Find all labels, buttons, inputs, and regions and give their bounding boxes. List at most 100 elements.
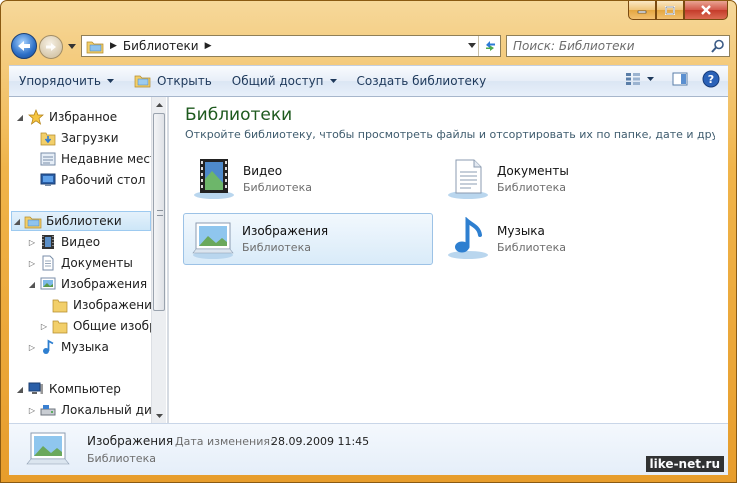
scroll-up-button[interactable] bbox=[152, 97, 167, 112]
details-pictures-icon bbox=[23, 430, 73, 473]
library-documents-kind: Библиотека bbox=[497, 181, 566, 194]
tree-favorites[interactable]: ◢ Избранное bbox=[15, 107, 117, 127]
organize-label: Упорядочить bbox=[19, 74, 101, 88]
tree-recent-places[interactable]: Недавние места bbox=[27, 149, 164, 169]
navigation-scrollbar[interactable] bbox=[151, 97, 166, 423]
breadcrumb-root-arrow[interactable]: ▶ bbox=[110, 41, 117, 51]
library-documents-name: Документы bbox=[497, 164, 569, 178]
change-view-button[interactable] bbox=[625, 72, 654, 86]
tree-pictures-label: Изображения bbox=[61, 277, 148, 291]
minimize-button[interactable] bbox=[628, 1, 656, 20]
tree-libraries-label: Библиотеки bbox=[46, 214, 122, 228]
libraries-view: Библиотеки Откройте библиотеку, чтобы пр… bbox=[171, 97, 728, 423]
address-bar[interactable]: ▶ Библиотеки ▶ bbox=[81, 35, 501, 57]
maximize-icon bbox=[665, 5, 675, 15]
collapse-arrow-icon[interactable]: ◢ bbox=[15, 385, 25, 394]
pane-splitter[interactable] bbox=[167, 97, 169, 423]
scrollbar-thumb[interactable] bbox=[153, 113, 165, 311]
breadcrumb-arrow[interactable]: ▶ bbox=[205, 41, 212, 51]
explorer-window: ▶ Библиотеки ▶ Упорядочить bbox=[0, 0, 737, 483]
help-button[interactable]: ? bbox=[702, 70, 720, 88]
new-library-button[interactable]: Создать библиотеку bbox=[347, 69, 497, 93]
tree-libraries[interactable]: ◢ Библиотеки bbox=[11, 211, 151, 231]
tree-music[interactable]: ▷ Музыка bbox=[27, 337, 109, 357]
view-controls: ? bbox=[617, 70, 720, 88]
arrow-right-icon bbox=[46, 43, 56, 51]
collapse-arrow-icon[interactable]: ◢ bbox=[15, 113, 25, 122]
libraries-folder-icon bbox=[86, 41, 104, 53]
tree-video[interactable]: ▷ Видео bbox=[27, 232, 100, 252]
tree-pictures[interactable]: ◢ Изображения bbox=[27, 274, 147, 294]
recent-places-icon bbox=[39, 151, 57, 167]
library-pictures-kind: Библиотека bbox=[242, 241, 311, 254]
pictures-library-icon bbox=[188, 215, 238, 263]
svg-text:?: ? bbox=[708, 73, 714, 86]
scroll-down-button[interactable] bbox=[152, 408, 167, 423]
breadcrumb-libraries[interactable]: Библиотеки bbox=[123, 39, 199, 53]
preview-pane-icon bbox=[672, 72, 688, 86]
search-input[interactable] bbox=[513, 39, 703, 53]
content-area: ◢ Избранное Загрузки Недавние места Рабо… bbox=[9, 97, 728, 423]
downloads-folder-icon bbox=[39, 130, 57, 146]
expand-arrow-icon[interactable]: ▷ bbox=[27, 406, 37, 415]
collapse-arrow-icon[interactable]: ◢ bbox=[27, 280, 37, 289]
tree-desktop[interactable]: Рабочий стол bbox=[27, 170, 145, 190]
desktop-icon bbox=[39, 172, 57, 188]
computer-icon bbox=[27, 381, 45, 397]
tree-my-pictures[interactable]: Изображения bbox=[39, 295, 159, 315]
expand-arrow-icon[interactable]: ▷ bbox=[27, 259, 37, 268]
details-item-name: Изображения bbox=[87, 434, 174, 448]
forward-button[interactable] bbox=[39, 35, 63, 59]
library-pictures[interactable]: Изображения Библиотека bbox=[183, 213, 433, 265]
library-documents[interactable]: Документы Библиотека bbox=[439, 153, 689, 205]
expand-arrow-icon[interactable]: ▷ bbox=[39, 322, 49, 331]
back-button[interactable] bbox=[11, 33, 37, 59]
library-video-kind: Библиотека bbox=[243, 181, 312, 194]
open-label: Открыть bbox=[156, 74, 212, 88]
help-icon: ? bbox=[702, 70, 720, 88]
organize-button[interactable]: Упорядочить bbox=[9, 69, 124, 93]
library-video[interactable]: Видео Библиотека bbox=[185, 153, 435, 205]
music-icon bbox=[39, 339, 57, 355]
details-date-label: Дата изменения: bbox=[175, 435, 274, 448]
chevron-down-icon bbox=[68, 43, 76, 49]
search-icon[interactable] bbox=[711, 39, 725, 53]
tree-music-label: Музыка bbox=[61, 340, 109, 354]
star-icon bbox=[27, 109, 45, 125]
tree-public-pictures[interactable]: ▷ Общие изобра bbox=[39, 316, 164, 336]
close-button[interactable] bbox=[684, 1, 728, 20]
details-item-kind: Библиотека bbox=[87, 452, 156, 465]
collapse-arrow-icon[interactable]: ◢ bbox=[12, 217, 22, 226]
folder-icon bbox=[51, 297, 69, 313]
library-music-name: Музыка bbox=[497, 224, 545, 238]
address-dropdown-icon[interactable] bbox=[468, 43, 476, 48]
tree-documents-label: Документы bbox=[61, 256, 133, 270]
tree-downloads[interactable]: Загрузки bbox=[27, 128, 119, 148]
music-library-icon bbox=[443, 215, 493, 263]
preview-pane-button[interactable] bbox=[672, 72, 688, 86]
pictures-icon bbox=[39, 276, 57, 292]
tree-computer[interactable]: ◢ Компьютер bbox=[15, 379, 121, 399]
chevron-down-icon bbox=[106, 79, 114, 83]
tree-local-disk-label: Локальный диск bbox=[61, 403, 166, 417]
page-subtitle: Откройте библиотеку, чтобы просмотреть ф… bbox=[185, 128, 715, 141]
tree-documents[interactable]: ▷ Документы bbox=[27, 253, 133, 273]
refresh-icon bbox=[485, 41, 495, 51]
details-pane: Изображения Дата изменения: 28.09.2009 1… bbox=[9, 423, 728, 475]
document-icon bbox=[39, 255, 57, 271]
library-video-name: Видео bbox=[243, 164, 283, 178]
new-library-label: Создать библиотеку bbox=[356, 74, 487, 88]
open-button[interactable]: Открыть bbox=[124, 69, 222, 93]
expand-arrow-icon[interactable]: ▷ bbox=[27, 343, 37, 352]
refresh-button[interactable] bbox=[478, 36, 500, 56]
library-music[interactable]: Музыка Библиотека bbox=[439, 213, 689, 265]
maximize-button[interactable] bbox=[656, 1, 684, 20]
search-box[interactable] bbox=[506, 35, 730, 57]
open-folder-icon bbox=[134, 75, 151, 88]
share-button[interactable]: Общий доступ bbox=[222, 69, 347, 93]
recent-pages-dropdown[interactable] bbox=[67, 41, 77, 51]
tree-video-label: Видео bbox=[61, 235, 101, 249]
tree-local-disk[interactable]: ▷ Локальный диск bbox=[27, 400, 166, 420]
expand-arrow-icon[interactable]: ▷ bbox=[27, 238, 37, 247]
navigation-bar: ▶ Библиотеки ▶ bbox=[9, 31, 730, 61]
